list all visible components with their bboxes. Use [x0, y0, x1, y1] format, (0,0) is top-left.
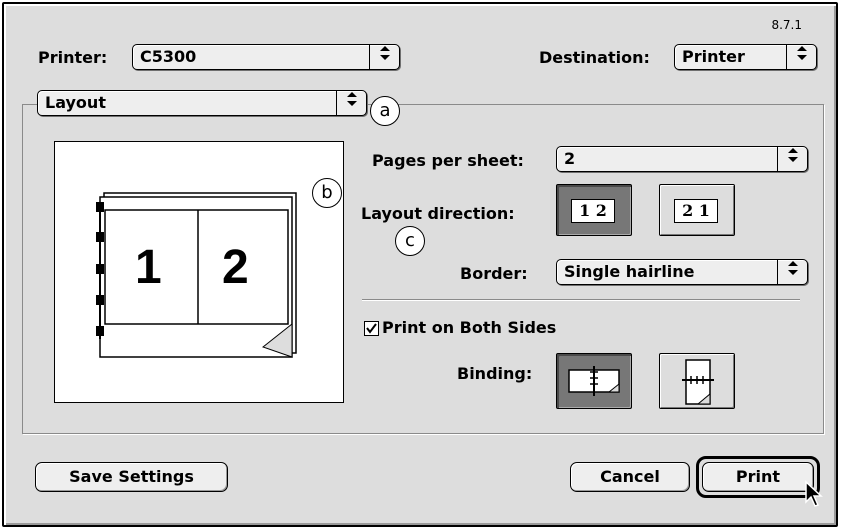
- layout-preview: 1 2: [54, 141, 344, 403]
- panel-menu-popup[interactable]: Layout: [37, 90, 367, 116]
- direction-1-2-icon: 1 2: [571, 199, 615, 223]
- version-label: 8.7.1: [771, 18, 802, 32]
- direction-2-1-icon: 2 1: [674, 199, 718, 223]
- print-dialog: 8.7.1 Printer: C5300 Destination: Printe…: [2, 2, 838, 527]
- print-button[interactable]: Print: [702, 462, 814, 492]
- updown-arrows-icon: [777, 147, 807, 171]
- updown-arrows-icon: [369, 45, 399, 69]
- destination-popup[interactable]: Printer: [674, 44, 817, 70]
- annotation-a: a: [370, 96, 400, 126]
- long-edge-binding-icon: [568, 366, 620, 396]
- preview-page-1: 1: [135, 241, 162, 294]
- binding-long-edge-button[interactable]: [556, 353, 632, 409]
- annotation-b: b: [312, 178, 342, 208]
- both-sides-checkbox[interactable]: [364, 321, 379, 336]
- cancel-button[interactable]: Cancel: [570, 462, 690, 492]
- layout-direction-right-to-left-button[interactable]: 2 1: [659, 184, 735, 236]
- section-divider: [362, 299, 800, 301]
- pages-per-sheet-value: 2: [564, 149, 576, 168]
- border-value: Single hairline: [564, 262, 695, 281]
- both-sides-label[interactable]: Print on Both Sides: [382, 318, 556, 337]
- printer-label: Printer:: [38, 48, 108, 67]
- border-popup[interactable]: Single hairline: [556, 259, 808, 285]
- checkmark-icon: [366, 323, 377, 334]
- border-label: Border:: [460, 264, 528, 283]
- short-edge-binding-icon: [682, 359, 714, 405]
- two-up-page-preview: [96, 192, 297, 358]
- annotation-c: c: [395, 226, 425, 256]
- binding-label: Binding:: [457, 364, 533, 383]
- updown-arrows-icon: [786, 45, 816, 69]
- pages-per-sheet-popup[interactable]: 2: [556, 146, 808, 172]
- preview-page-2: 2: [222, 241, 249, 294]
- layout-direction-label: Layout direction:: [361, 204, 515, 223]
- save-settings-button[interactable]: Save Settings: [35, 462, 228, 492]
- destination-label: Destination:: [539, 48, 650, 67]
- binding-short-edge-button[interactable]: [659, 353, 735, 409]
- updown-arrows-icon: [336, 91, 366, 115]
- panel-menu-value: Layout: [45, 93, 106, 112]
- pages-per-sheet-label: Pages per sheet:: [372, 151, 524, 170]
- mouse-pointer-icon: [805, 480, 823, 507]
- printer-value: C5300: [140, 47, 197, 66]
- destination-value: Printer: [682, 47, 745, 66]
- updown-arrows-icon: [777, 260, 807, 284]
- layout-direction-left-to-right-button[interactable]: 1 2: [556, 184, 632, 236]
- printer-popup[interactable]: C5300: [132, 44, 400, 70]
